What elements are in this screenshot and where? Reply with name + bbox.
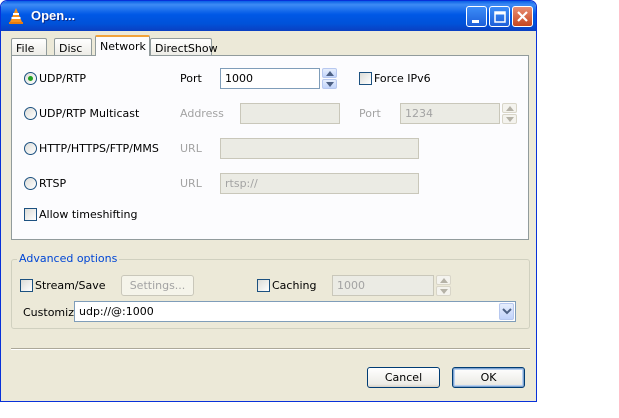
maximize-icon: [494, 11, 506, 23]
settings-button[interactable]: Settings...: [121, 275, 194, 296]
caching-input[interactable]: 1000: [332, 275, 434, 296]
tab-disc[interactable]: Disc: [54, 38, 92, 56]
open-dialog: Open... File Disc Network DirectShow UDP…: [0, 0, 537, 402]
ok-button[interactable]: OK: [452, 367, 525, 388]
arrow-down-icon: [326, 82, 334, 87]
udp-rtp-radio[interactable]: [24, 72, 37, 85]
dropdown-button[interactable]: [499, 303, 514, 320]
udp-multicast-radio[interactable]: [24, 107, 37, 120]
close-button[interactable]: [512, 6, 533, 27]
port-label: Port: [180, 72, 202, 85]
maximize-button[interactable]: [489, 6, 510, 27]
spin-up-button[interactable]: [502, 103, 517, 113]
title-bar[interactable]: Open...: [1, 1, 536, 31]
arrow-up-icon: [506, 106, 514, 111]
separator: [11, 348, 530, 350]
caching-label: Caching: [272, 279, 317, 292]
stream-save-label: Stream/Save: [35, 279, 106, 292]
minimize-button[interactable]: [466, 6, 487, 27]
rtsp-url-label: URL: [180, 177, 202, 190]
stream-save-checkbox[interactable]: [20, 279, 33, 292]
force-ipv6-label: Force IPv6: [374, 72, 431, 85]
spin-down-button[interactable]: [502, 114, 517, 124]
rtsp-url-input[interactable]: rtsp://: [220, 173, 419, 194]
udp-rtp-label: UDP/RTP: [39, 72, 87, 85]
multicast-port-input[interactable]: 1234: [400, 103, 500, 124]
http-url-label: URL: [180, 142, 202, 155]
spin-up-button[interactable]: [322, 68, 337, 78]
chevron-down-icon: [502, 308, 512, 315]
http-url-input[interactable]: [220, 138, 419, 159]
spin-down-button[interactable]: [436, 286, 451, 296]
force-ipv6-checkbox[interactable]: [359, 72, 372, 85]
window-title: Open...: [31, 8, 76, 23]
allow-timeshifting-checkbox[interactable]: [24, 208, 37, 221]
tab-directshow[interactable]: DirectShow: [150, 38, 218, 56]
caching-checkbox[interactable]: [257, 279, 270, 292]
multicast-port-label: Port: [359, 107, 381, 120]
radio-selected-dot: [28, 76, 33, 81]
customize-combobox[interactable]: udp://@:1000: [74, 301, 516, 322]
http-radio[interactable]: [24, 142, 37, 155]
customize-value: udp://@:1000: [79, 305, 154, 318]
tab-file[interactable]: File: [11, 38, 47, 56]
http-label: HTTP/HTTPS/FTP/MMS: [39, 142, 159, 155]
advanced-options-title: Advanced options: [17, 252, 120, 265]
close-icon: [517, 11, 528, 22]
cancel-button[interactable]: Cancel: [367, 367, 440, 388]
arrow-down-icon: [506, 117, 514, 122]
spin-up-button[interactable]: [436, 275, 451, 285]
arrow-up-icon: [326, 71, 334, 76]
allow-timeshifting-label: Allow timeshifting: [39, 208, 138, 221]
udp-multicast-label: UDP/RTP Multicast: [39, 107, 140, 120]
address-label: Address: [180, 107, 224, 120]
port-input[interactable]: 1000: [220, 68, 320, 89]
rtsp-radio[interactable]: [24, 177, 37, 190]
arrow-down-icon: [440, 289, 448, 294]
address-input[interactable]: [240, 103, 340, 124]
multicast-port-spinner[interactable]: [502, 103, 517, 124]
rtsp-label: RTSP: [39, 177, 67, 190]
minimize-icon: [472, 20, 479, 23]
port-spinner[interactable]: [322, 68, 337, 89]
tab-network[interactable]: Network: [95, 35, 150, 56]
vlc-cone-icon: [9, 8, 23, 24]
caching-spinner[interactable]: [436, 275, 451, 296]
spin-down-button[interactable]: [322, 79, 337, 89]
arrow-up-icon: [440, 278, 448, 283]
